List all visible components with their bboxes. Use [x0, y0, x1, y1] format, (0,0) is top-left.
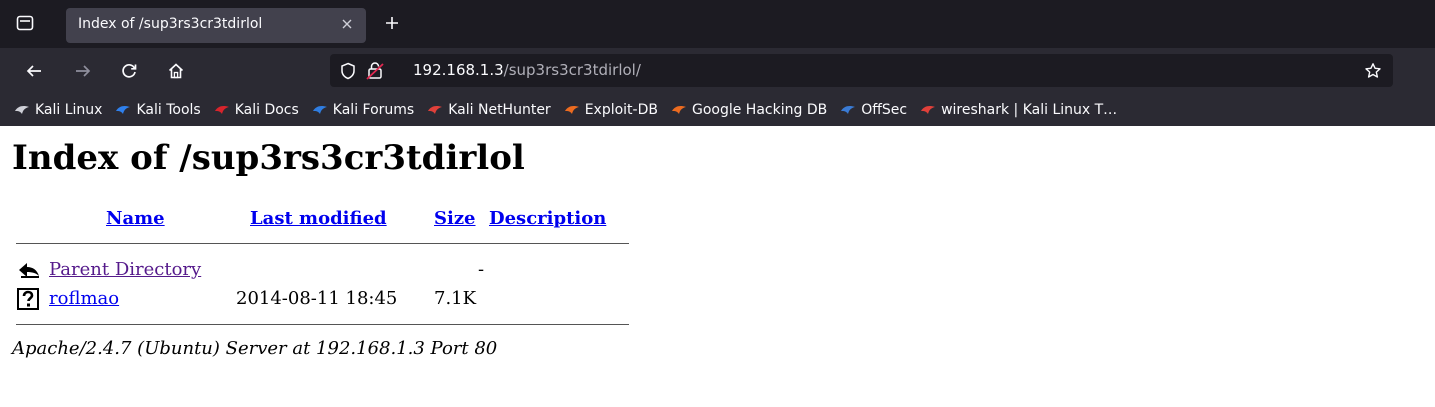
table-divider-bottom: [16, 324, 629, 325]
bookmark-star-icon[interactable]: [1363, 61, 1383, 81]
parent-directory-link[interactable]: Parent Directory: [49, 259, 201, 280]
table-cell-size: -: [478, 259, 485, 280]
kali-forums-icon: [312, 102, 328, 118]
kali-docs-icon: [214, 102, 230, 118]
bookmark-item[interactable]: OffSec: [840, 102, 907, 118]
kali-nethunter-icon: [427, 102, 443, 118]
bookmark-item[interactable]: Kali Forums: [312, 102, 414, 118]
bookmark-label: wireshark | Kali Linux T…: [941, 102, 1118, 118]
bookmark-label: OffSec: [861, 102, 908, 118]
column-header-last-modified[interactable]: Last modified: [250, 208, 387, 229]
kali-nethunter-icon: [920, 102, 936, 118]
tab-list-icon[interactable]: [14, 12, 36, 34]
tab-strip: Index of /sup3rs3cr3tdirlol: [0, 0, 1435, 48]
file-link-roflmao[interactable]: roflmao: [49, 288, 119, 309]
url-text: 192.168.1.3/sup3rs3cr3tdirlol/: [413, 61, 641, 79]
kali-dragon-icon: [14, 102, 30, 118]
offsec-icon: [840, 102, 856, 118]
bookmark-label: Kali Linux: [35, 102, 103, 118]
tracking-shield-icon[interactable]: [340, 62, 356, 84]
table-cell-modified: 2014-08-11 18:45: [236, 288, 398, 309]
bookmark-item[interactable]: Kali Docs: [214, 102, 299, 118]
new-tab-plus-icon[interactable]: [382, 13, 402, 33]
column-header-description[interactable]: Description: [489, 208, 606, 229]
tab-title: Index of /sup3rs3cr3tdirlol: [78, 16, 263, 32]
table-divider-top: [16, 243, 629, 244]
page-title: Index of /sup3rs3cr3tdirlol: [12, 138, 525, 178]
exploit-db-icon: [564, 102, 580, 118]
bookmark-item[interactable]: Kali NetHunter: [427, 102, 551, 118]
table-cell-size: 7.1K: [434, 288, 477, 309]
insecure-lock-icon[interactable]: [366, 61, 384, 84]
navigation-toolbar: 192.168.1.3/sup3rs3cr3tdirlol/: [0, 48, 1435, 94]
home-icon[interactable]: [165, 60, 187, 82]
bookmark-label: Google Hacking DB: [691, 102, 828, 118]
column-header-name[interactable]: Name: [106, 208, 165, 229]
unknown-file-icon: [17, 288, 39, 310]
server-signature: Apache/2.4.7 (Ubuntu) Server at 192.168.…: [12, 338, 498, 359]
forward-arrow-icon[interactable]: [72, 60, 94, 82]
kali-tools-icon: [115, 102, 131, 118]
url-host: 192.168.1.3: [413, 61, 504, 79]
bookmark-label: Kali NetHunter: [448, 102, 551, 118]
back-arrow-icon[interactable]: [23, 60, 45, 82]
bookmark-label: Exploit-DB: [584, 102, 658, 118]
column-header-size[interactable]: Size: [434, 208, 476, 229]
bookmark-label: Kali Forums: [332, 102, 415, 118]
bookmark-item[interactable]: wireshark | Kali Linux T…: [920, 102, 1117, 118]
bookmark-label: Kali Tools: [136, 102, 201, 118]
reload-icon[interactable]: [118, 60, 140, 82]
close-icon[interactable]: [338, 15, 356, 33]
bookmark-item[interactable]: Exploit-DB: [564, 102, 658, 118]
bookmarks-toolbar: Kali Linux Kali Tools Kali Docs Kali Forums…: [0, 94, 1435, 126]
ghdb-icon: [671, 102, 687, 118]
back-arrow-icon: [17, 260, 39, 282]
bookmark-label: Kali Docs: [234, 102, 299, 118]
url-bar[interactable]: 192.168.1.3/sup3rs3cr3tdirlol/: [330, 54, 1393, 87]
active-tab[interactable]: Index of /sup3rs3cr3tdirlol: [66, 8, 366, 43]
bookmark-item[interactable]: Google Hacking DB: [671, 102, 827, 118]
bookmark-item[interactable]: Kali Linux: [14, 102, 102, 118]
bookmark-item[interactable]: Kali Tools: [115, 102, 201, 118]
url-path: /sup3rs3cr3tdirlol/: [503, 61, 641, 79]
